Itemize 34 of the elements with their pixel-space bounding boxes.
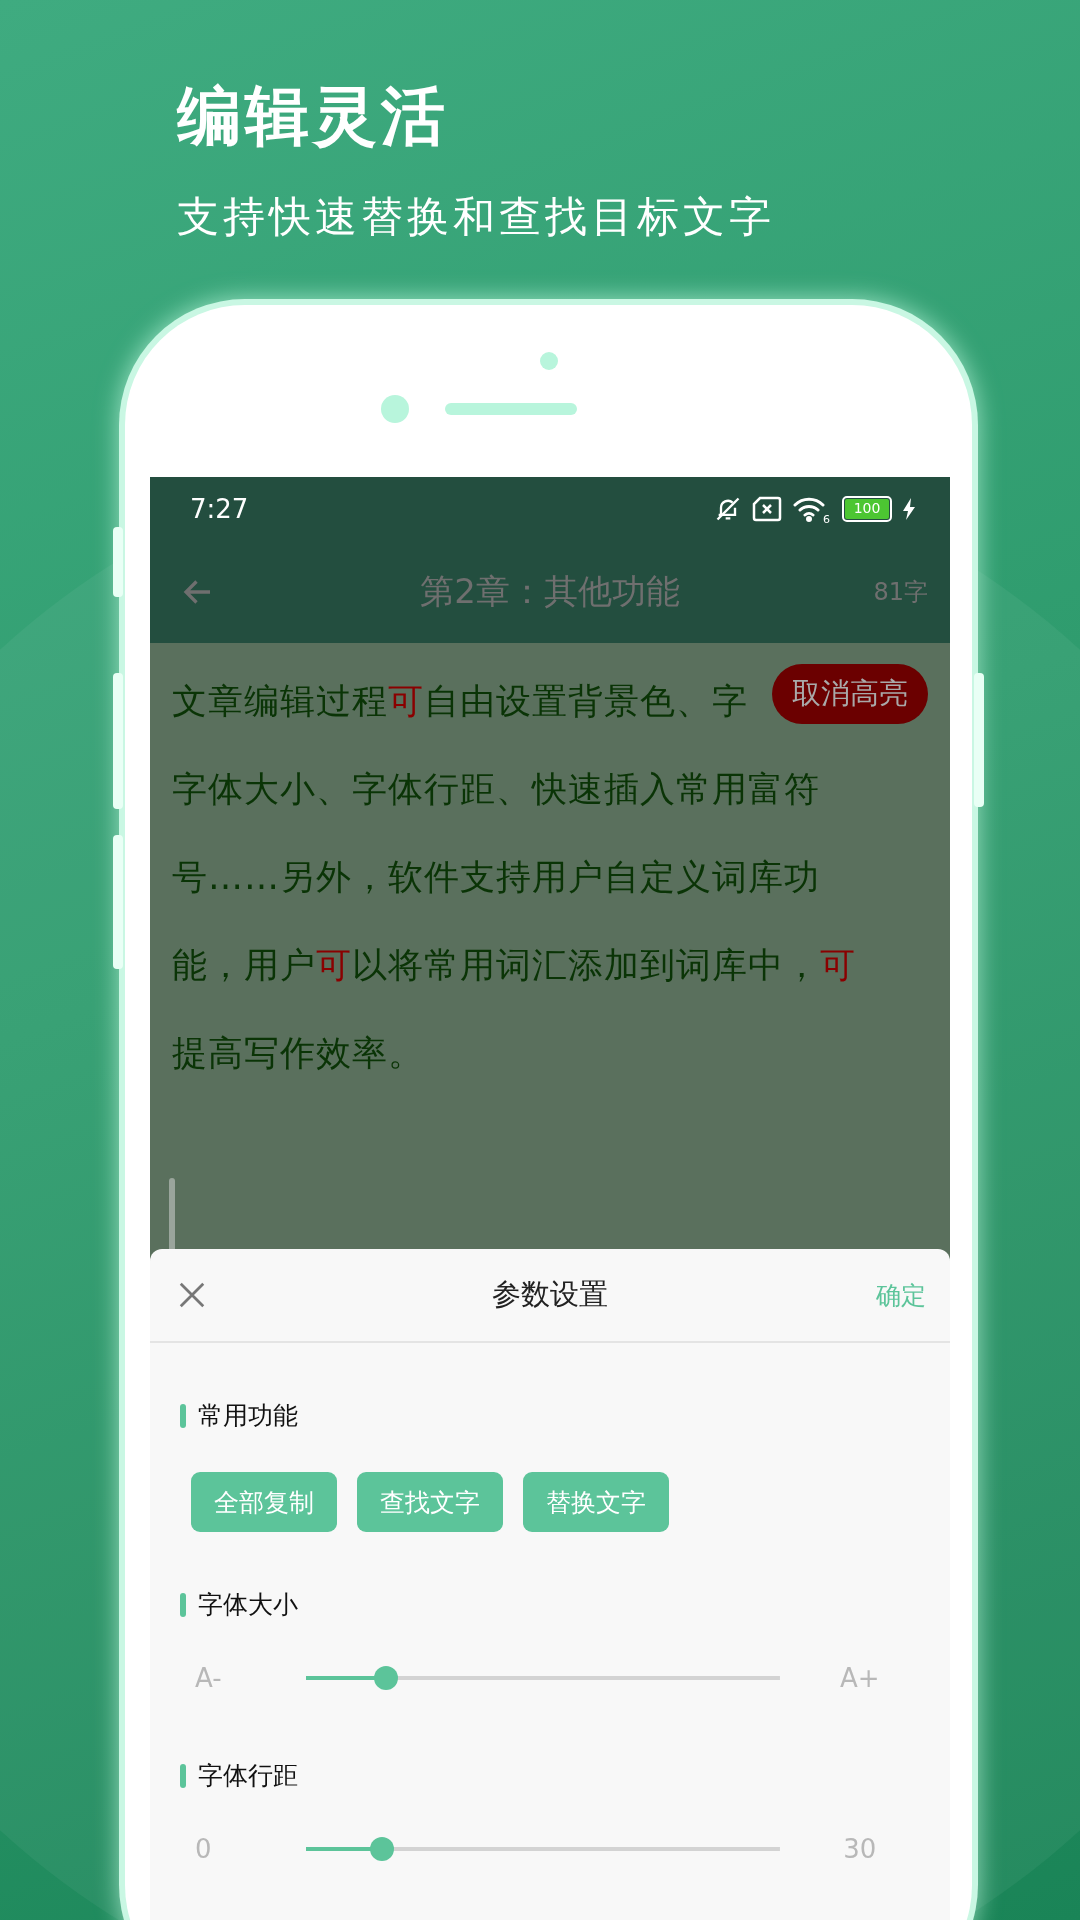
chapter-title: 第2章：其他功能: [420, 569, 680, 613]
text-line: 文章编辑过程可自由设置背景色、字: [172, 680, 748, 723]
action-button[interactable]: 查找文字: [357, 1472, 503, 1532]
action-button[interactable]: 全部复制: [191, 1472, 337, 1532]
text-line: 提高写作效率。: [172, 1032, 424, 1075]
slider-min-label: A-: [194, 1663, 223, 1693]
action-button[interactable]: 替换文字: [523, 1472, 669, 1532]
battery-icon: 100: [842, 495, 892, 522]
close-icon[interactable]: [177, 1280, 207, 1310]
sensor-dot: [539, 352, 558, 370]
word-count: 81字: [873, 576, 928, 608]
confirm-button[interactable]: 确定: [876, 1278, 926, 1312]
section-title: 常用功能: [198, 1400, 298, 1432]
sim-card-x-icon: [752, 495, 782, 522]
charging-bolt-icon: [902, 497, 916, 520]
section-marker: [180, 1592, 186, 1617]
slider-max-label: 30: [842, 1834, 878, 1864]
subtitle: 支持快速替换和查找目标文字: [177, 190, 776, 243]
headline: 编辑灵活: [177, 78, 450, 155]
section-title: 字体行距: [198, 1760, 298, 1792]
text-line: 号……另外，软件支持用户自定义词库功: [172, 856, 820, 899]
section-marker: [180, 1403, 186, 1428]
section-title: 字体大小: [198, 1589, 298, 1621]
slider-min-label: 0: [194, 1834, 213, 1864]
section-marker: [180, 1763, 186, 1788]
slider-thumb[interactable]: [369, 1837, 394, 1861]
camera-icon: [380, 395, 409, 423]
text-line: 能，用户可以将常用词汇添加到词库中，可: [172, 944, 856, 987]
sheet-title: 参数设置: [492, 1276, 608, 1313]
slider-max-label: A+: [839, 1663, 881, 1693]
status-time: 7:27: [190, 493, 249, 524]
clear-highlight-button[interactable]: 取消高亮: [772, 664, 928, 724]
slider-thumb[interactable]: [374, 1666, 399, 1690]
text-line: 字体大小、字体行距、快速插入常用富符: [172, 768, 820, 811]
